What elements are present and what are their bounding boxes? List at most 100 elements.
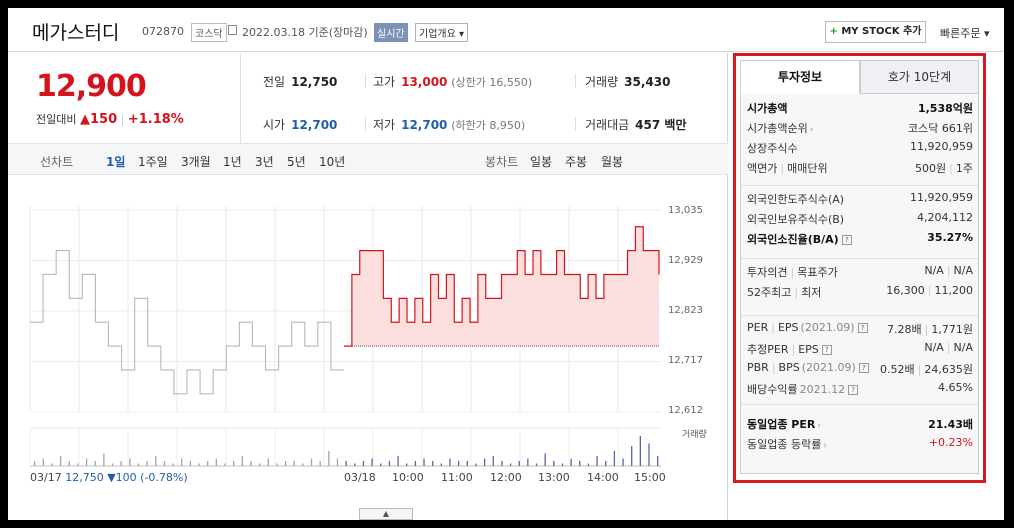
volume-bar [267,458,269,466]
stock-header: 메가스터디 072870 코스닥 2022.03.18 기준(장마감) 실시간 … [8,8,1004,52]
tab-1d[interactable]: 1일 [106,153,125,170]
volume-bar [163,461,166,466]
volume-bar [103,453,105,466]
high-price: 고가 13,000 (상한가 16,550) [373,75,533,89]
tab-3m[interactable]: 3개월 [181,153,211,170]
prev-day-line [30,250,344,395]
tab-1y[interactable]: 1년 [223,153,242,170]
company-overview-dropdown[interactable]: 기업개요 ▾ [415,23,468,42]
investment-info-body: 시가총액 1,538억원시가총액순위 › 코스닥 661위상장주식수 11,920,95… [740,94,979,474]
info-row[interactable]: 시가총액순위 › 코스닥 661위 [747,120,973,138]
y-tick: 12,929 [668,255,703,266]
open-price: 시가 12,700 [263,118,338,132]
volume-bar [120,461,122,466]
tab-10y[interactable]: 10년 [319,153,345,170]
volume-bar [449,458,451,466]
volume-bar [336,458,339,466]
help-icon[interactable]: ? [857,323,868,333]
add-my-stock-button[interactable]: + MY STOCK 추가 [825,21,926,43]
volume-bar [207,461,209,466]
stock-page: 메가스터디 072870 코스닥 2022.03.18 기준(장마감) 실시간 … [8,8,1004,520]
volume-bar [475,463,477,466]
volume-bar [77,463,79,466]
previous-day-info: 03/17 12,750 ▼100 (-0.78%) [30,471,188,484]
current-price: 12,900 [36,69,147,104]
volume-bar [94,461,96,466]
info-row: 외국인한도주식수(A) 11,920,959 [747,191,973,206]
volume-bar [657,456,659,466]
volume-bar [224,463,226,466]
low-price: 저가 12,700 (하한가 8,950) [373,118,526,132]
volume-bar [544,453,546,466]
volume-bar [501,461,503,466]
volume-bar [354,463,356,466]
collapse-chart-button[interactable]: ▲ [359,508,413,520]
tab-5y[interactable]: 5년 [287,153,306,170]
x-tick: 14:00 [587,471,619,484]
market-badge: 코스닥 [191,23,227,42]
volume-bar [457,461,460,466]
volume-bar [553,461,555,466]
volume-bar [328,451,330,466]
volume-bar [639,436,641,466]
tab-investment-info[interactable]: 투자정보 [740,60,860,94]
line-chart-label: 선차트 [40,155,74,169]
volume-bar [34,461,36,466]
tab-order-book[interactable]: 호가 10단계 [860,60,979,94]
volume-bar [613,451,616,466]
x-tick: 10:00 [392,471,424,484]
info-row: PBR | BPS (2021.09)? 0.52배 | 24,635원 [747,361,973,376]
tab-weekly[interactable]: 주봉 [565,153,587,170]
volume-bar [432,461,434,466]
info-row[interactable]: 동일업종 PER › 21.43배 [747,416,973,434]
price-chart-section: 12,900 전일대비 ▲150 | +1.18% 전일 12,750 고가 13,… [8,53,728,520]
volume-bar [345,461,347,466]
volume-bar [631,446,633,466]
volume-bar [622,458,624,466]
help-icon[interactable]: ? [858,363,869,373]
y-tick: 12,612 [668,405,703,416]
help-icon[interactable]: ? [848,385,859,395]
volume-bar [129,458,131,466]
investment-info-panel: 투자정보 호가 10단계 시가총액 1,538억원시가총액순위 › 코스닥 661위상… [733,53,986,483]
info-row: 배당수익률 2021.12? 4.65% [747,381,973,396]
tab-daily[interactable]: 일봉 [530,153,552,170]
volume-bar [68,461,70,466]
volume-bar [250,461,252,466]
volume-legend: 거래량 [682,430,707,440]
info-row: 시가총액 1,538억원 [747,102,973,115]
info-row: 외국인소진율(B/A)? 35.27% [747,231,973,246]
volume-bar [284,461,287,466]
volume-bar [42,458,44,466]
x-tick: 11:00 [441,471,473,484]
info-row: 52주최고 | 최저 16,300 | 11,200 [747,284,973,299]
tab-3y[interactable]: 3년 [255,153,274,170]
info-row: 추정PER | EPS? N/A | N/A [747,341,973,356]
chart-period-tabs: 선차트 1일 1주일 3개월 1년 3년 5년 10년 봉차트 일봉 주봉 월봉 [8,143,728,175]
y-tick: 13,035 [668,205,703,216]
info-row[interactable]: 동일업종 등락률 › +0.23% [747,436,973,454]
volume-bar [397,456,399,466]
tab-monthly[interactable]: 월봉 [601,153,623,170]
volume-bar [85,458,88,466]
volume-bar [380,463,382,466]
volume-bar [518,461,520,466]
volume: 거래량 35,430 [585,75,671,89]
info-row: 외국인보유주식수(B) 4,204,112 [747,211,973,226]
realtime-button[interactable]: 실시간 [374,23,408,42]
volume-bar [319,461,321,466]
tab-1w[interactable]: 1주일 [138,153,168,170]
x-tick: 13:00 [538,471,570,484]
info-row: 상장주식수 11,920,959 [747,140,973,155]
help-icon[interactable]: ? [841,235,852,245]
volume-bar [587,463,590,466]
price-change: 전일대비 ▲150 | +1.18% [36,111,184,127]
change-value: ▲150 [79,112,118,127]
plus-icon: + [829,26,838,37]
volume-bar [189,461,192,466]
quick-order-dropdown[interactable]: 빠른주문 ▾ [940,25,990,41]
help-icon[interactable]: ? [821,345,832,355]
volume-bar [51,463,53,466]
panel-tabs: 투자정보 호가 10단계 [740,60,979,94]
volume-bar [233,461,235,466]
